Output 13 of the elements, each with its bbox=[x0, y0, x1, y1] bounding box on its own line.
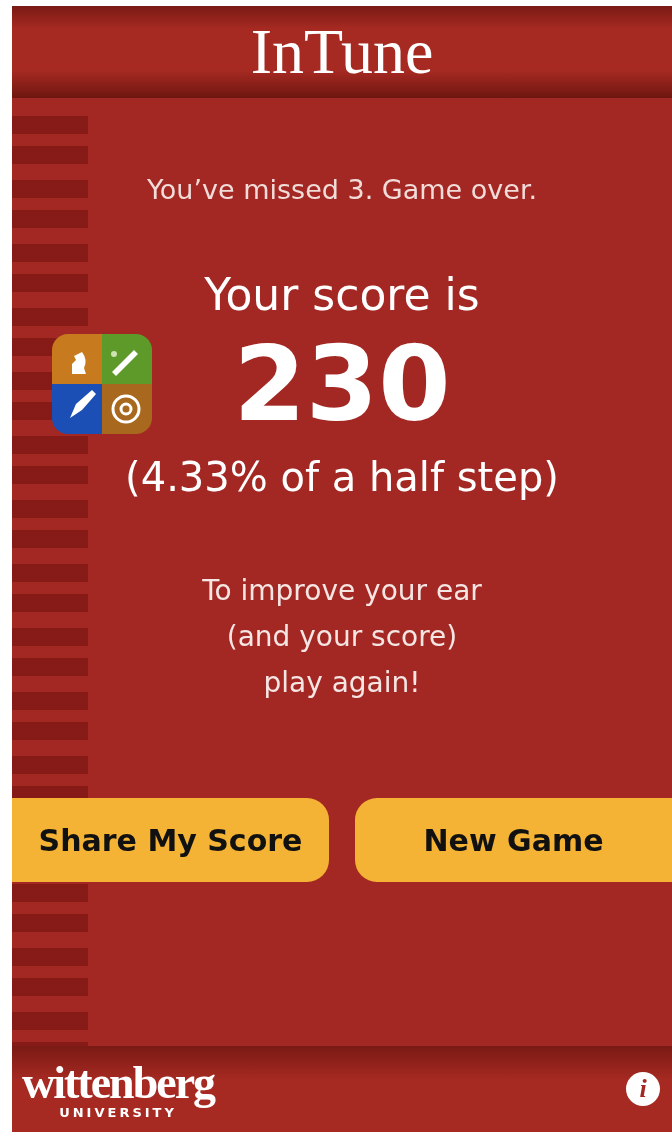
share-button[interactable]: Share My Score bbox=[12, 798, 329, 882]
info-button[interactable]: i bbox=[626, 1072, 660, 1106]
score-label: Your score is bbox=[204, 269, 480, 320]
advice-text: To improve your ear bbox=[202, 573, 482, 609]
score-value: 230 bbox=[232, 332, 452, 436]
new-game-button[interactable]: New Game bbox=[355, 798, 672, 882]
game-center-icon bbox=[52, 334, 152, 434]
game-over-message: You’ve missed 3. Game over. bbox=[146, 174, 538, 205]
score-detail: (4.33% of a half step) bbox=[125, 454, 559, 500]
advice-text: (and your score) bbox=[226, 619, 458, 655]
advice-text: play again! bbox=[263, 665, 421, 701]
app-title: InTune bbox=[250, 15, 434, 89]
university-logo[interactable]: wittenberg UNIVERSITY bbox=[22, 1059, 215, 1119]
